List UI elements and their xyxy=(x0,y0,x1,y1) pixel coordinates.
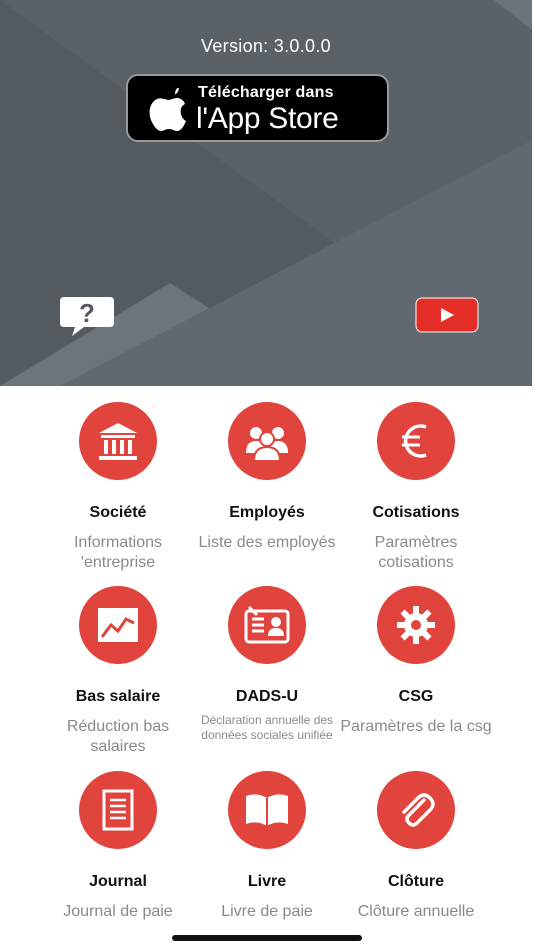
question-bubble-icon[interactable]: ? xyxy=(58,295,116,337)
document-icon xyxy=(79,771,157,849)
tile-employes[interactable]: Employés Liste des employés xyxy=(182,402,352,553)
tile-description: Paramètres de la csg xyxy=(340,718,492,735)
tile-cloture[interactable]: Clôture Clôture annuelle xyxy=(331,771,501,922)
tile-societe[interactable]: Société Informations 'entreprise xyxy=(33,402,203,573)
svg-text:?: ? xyxy=(79,298,95,328)
tile-description: Livre de paie xyxy=(221,903,313,920)
open-book-icon xyxy=(228,771,306,849)
tile-journal[interactable]: Journal Journal de paie xyxy=(33,771,203,922)
tile-title: Employés xyxy=(229,504,305,521)
tile-livre[interactable]: Livre Livre de paie xyxy=(182,771,352,922)
gear-icon xyxy=(377,586,455,664)
paperclip-icon xyxy=(377,771,455,849)
tile-description: Déclaration annuelle des données sociale… xyxy=(200,713,334,742)
chart-trend-icon xyxy=(79,586,157,664)
tile-title: DADS-U xyxy=(235,688,299,705)
tile-title: Cotisations xyxy=(372,504,460,521)
app-store-button[interactable]: Télécharger dans l'App Store xyxy=(126,74,389,142)
tile-description: Informations 'entreprise xyxy=(73,534,163,571)
tile-description: Clôture annuelle xyxy=(357,903,475,920)
app-store-line2: l'App Store xyxy=(196,102,339,135)
menu-grid: Société Informations 'entreprise Employé… xyxy=(0,386,534,950)
version-label: Version: 3.0.0.0 xyxy=(201,36,331,56)
header-banner: Version: 3.0.0.0 Télécharger dans l'App … xyxy=(0,0,532,386)
tile-title: Clôture xyxy=(388,873,444,890)
tile-cotisations[interactable]: Cotisations Paramètres cotisations xyxy=(331,402,501,573)
tile-description: Réduction bas salaires xyxy=(66,718,170,755)
tile-dads-u[interactable]: DADS-U Déclaration annuelle des données … xyxy=(182,586,352,743)
tile-csg[interactable]: CSG Paramètres de la csg xyxy=(331,586,501,737)
tile-bas-salaire[interactable]: Bas salaire Réduction bas salaires xyxy=(33,586,203,757)
euro-icon xyxy=(377,402,455,480)
apple-logo-icon xyxy=(149,88,186,131)
app-store-line1: Télécharger dans xyxy=(198,84,334,101)
people-group-icon xyxy=(228,402,306,480)
tile-description: Journal de paie xyxy=(63,903,173,920)
tile-title: Bas salaire xyxy=(75,688,161,705)
tile-description: Liste des employés xyxy=(198,534,336,551)
tile-title: Journal xyxy=(89,873,147,890)
tile-title: Livre xyxy=(247,873,287,890)
tile-title: CSG xyxy=(398,688,434,705)
bank-building-icon xyxy=(79,402,157,480)
tile-description: Paramètres cotisations xyxy=(374,534,458,571)
id-card-icon xyxy=(228,586,306,664)
home-indicator[interactable] xyxy=(172,935,362,941)
youtube-play-icon[interactable] xyxy=(415,297,479,333)
tile-title: Société xyxy=(89,504,147,521)
